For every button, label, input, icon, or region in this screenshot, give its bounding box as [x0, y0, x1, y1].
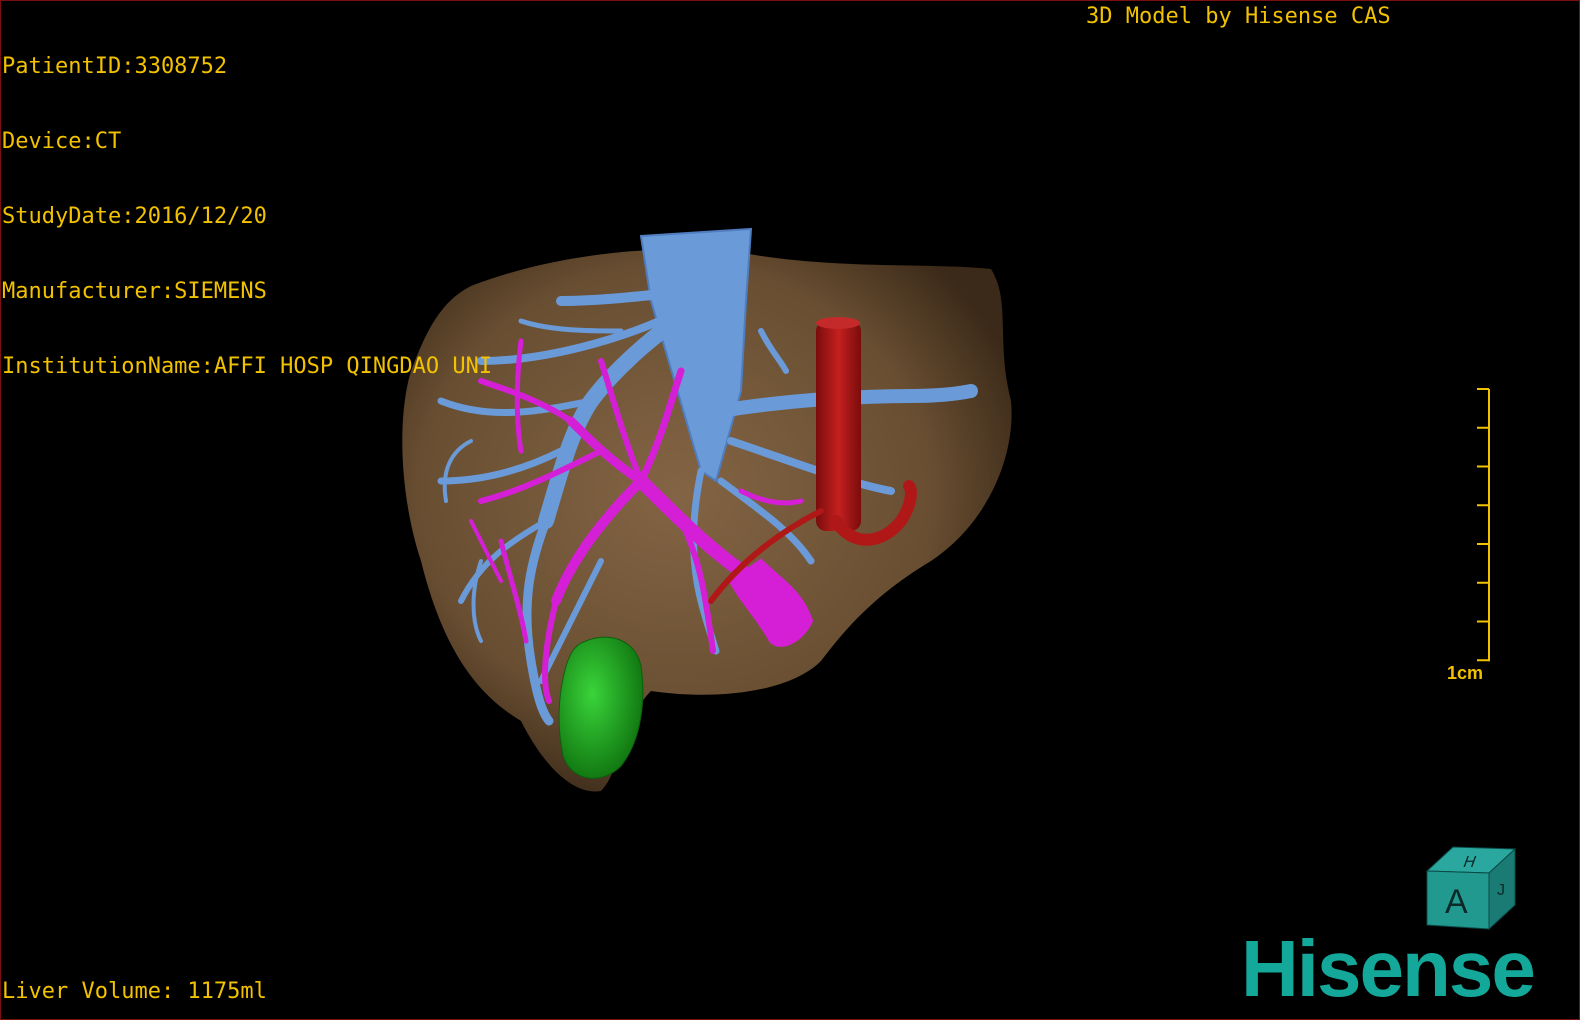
patient-info-overlay: PatientID:3308752 Device:CT StudyDate:20…: [2, 4, 492, 429]
scale-label: 1cm: [1447, 663, 1484, 683]
cube-side-label: J: [1497, 882, 1505, 899]
institution-name: InstitutionName:AFFI HOSP QINGDAO UNI: [2, 354, 493, 379]
cube-front-label: A: [1445, 883, 1468, 921]
patient-id: PatientID:3308752: [2, 54, 228, 79]
scale-bar: [1477, 388, 1490, 662]
study-date: StudyDate:2016/12/20: [2, 204, 267, 229]
liver-volume: Liver Volume: 1175ml: [2, 979, 267, 1004]
3d-viewport[interactable]: PatientID:3308752 Device:CT StudyDate:20…: [0, 0, 1580, 1020]
manufacturer: Manufacturer:SIEMENS: [2, 279, 267, 304]
device: Device:CT: [2, 129, 122, 154]
hisense-logo: Hisense: [1241, 924, 1536, 1013]
orientation-cube[interactable]: H J A: [1419, 837, 1529, 937]
tumor: [558, 636, 644, 779]
model-title: 3D Model by Hisense CAS: [1086, 4, 1391, 29]
